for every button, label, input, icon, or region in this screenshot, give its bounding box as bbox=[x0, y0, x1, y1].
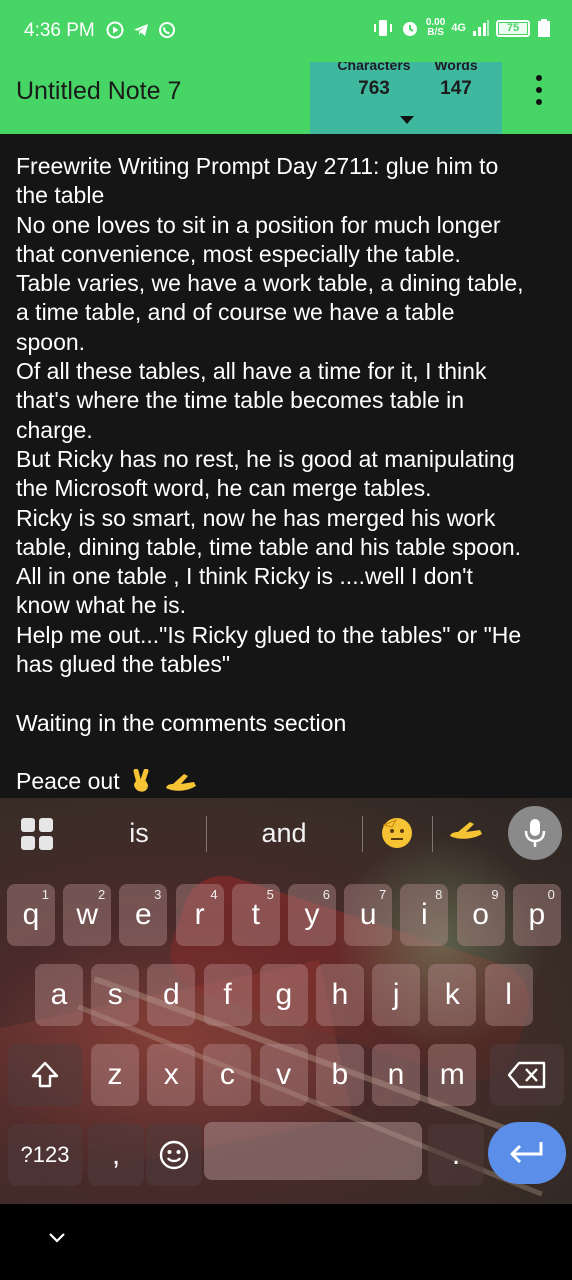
key-m[interactable]: m bbox=[428, 1044, 477, 1106]
symbols-key[interactable]: ?123 bbox=[8, 1124, 82, 1186]
network-type: 4G bbox=[451, 21, 466, 34]
battery-level: 75 bbox=[499, 22, 527, 34]
note-line: spoon. bbox=[16, 328, 86, 355]
key-label: n bbox=[387, 1058, 405, 1091]
chevron-down-icon[interactable] bbox=[48, 1232, 66, 1244]
note-line bbox=[16, 679, 564, 708]
key-c[interactable]: c bbox=[203, 1044, 252, 1106]
signal-icon bbox=[473, 20, 489, 36]
note-line: No one loves to sit in a position for mu… bbox=[16, 211, 501, 238]
note-line: Table varies, we have a work table, a di… bbox=[16, 270, 524, 297]
note-emojis bbox=[128, 768, 198, 794]
battery-saver-icon bbox=[538, 19, 550, 37]
network-speed: 0.00 B/S bbox=[425, 17, 446, 38]
note-line: All in one table , I think Ricky is ....… bbox=[16, 563, 473, 590]
hand-emoji-icon bbox=[165, 774, 196, 791]
status-system-icons: 0.00 B/S 4G 75 bbox=[372, 18, 552, 38]
key-b[interactable]: b bbox=[315, 1044, 364, 1106]
note-line: that's where the time table becomes tabl… bbox=[16, 387, 465, 414]
stats-panel[interactable]: Characters 763 Words 147 bbox=[310, 62, 502, 134]
note-line: Waiting in the comments section bbox=[16, 709, 347, 736]
key-x[interactable]: x bbox=[147, 1044, 196, 1106]
backspace-icon bbox=[507, 1061, 546, 1089]
key-n[interactable]: n bbox=[372, 1044, 420, 1106]
backspace-key[interactable] bbox=[490, 1044, 564, 1106]
record-icon bbox=[106, 21, 124, 39]
key-label: z bbox=[107, 1058, 123, 1091]
overflow-menu-icon[interactable] bbox=[534, 75, 544, 105]
note-title[interactable]: Untitled Note 7 bbox=[16, 76, 181, 106]
navigation-bar bbox=[0, 1204, 572, 1280]
note-line: But Ricky has no rest, he is good at man… bbox=[16, 445, 515, 472]
battery-indicator: 75 bbox=[496, 19, 530, 37]
space-bar[interactable] bbox=[204, 1122, 422, 1180]
key-label: b bbox=[331, 1058, 349, 1091]
note-line: the Microsoft word, he can merge tables. bbox=[16, 475, 432, 502]
note-line: charge. bbox=[16, 416, 93, 443]
note-line: Freewrite Writing Prompt Day 2711: glue … bbox=[16, 153, 499, 179]
note-text-editor[interactable]: Freewrite Writing Prompt Day 2711: glue … bbox=[16, 152, 564, 797]
note-line: Help me out..."Is Ricky glued to the tab… bbox=[16, 621, 522, 648]
period-key[interactable]: . bbox=[428, 1124, 484, 1186]
soft-keyboard: is and q1w2e3r4t5y6u7i8o9p0 asdfghjkl zx… bbox=[0, 798, 572, 1204]
note-line: Peace out bbox=[16, 767, 564, 797]
note-line: the table bbox=[16, 182, 105, 209]
vibrate-icon bbox=[373, 20, 392, 36]
enter-key[interactable] bbox=[488, 1122, 566, 1184]
alarm-icon bbox=[402, 22, 417, 36]
status-time: 4:36 PM bbox=[24, 20, 95, 41]
emoji-icon bbox=[159, 1140, 189, 1170]
shift-key[interactable] bbox=[8, 1044, 82, 1106]
status-notification-icons bbox=[106, 21, 176, 39]
words-count: 147 bbox=[440, 78, 472, 99]
key-label: c bbox=[219, 1058, 235, 1091]
words-label: Words bbox=[434, 62, 478, 72]
key-z[interactable]: z bbox=[91, 1044, 139, 1106]
app-bar: Untitled Note 7 Characters 763 Words 147 bbox=[0, 62, 572, 134]
key-label: m bbox=[439, 1058, 465, 1091]
note-line: Of all these tables, all have a time for… bbox=[16, 358, 487, 385]
key-label: x bbox=[163, 1058, 179, 1091]
note-line: table, dining table, time table and his … bbox=[16, 533, 522, 560]
note-line bbox=[16, 738, 564, 767]
victory-hand-icon bbox=[133, 769, 149, 792]
whatsapp-icon bbox=[159, 22, 175, 38]
note-line: has glued the tables" bbox=[16, 651, 231, 678]
note-line: that convenience, most especially the ta… bbox=[16, 240, 461, 267]
comma-key[interactable]: , bbox=[88, 1124, 144, 1186]
telegram-icon bbox=[134, 24, 148, 36]
note-line: Ricky is so smart, now he has merged his… bbox=[16, 504, 496, 531]
expand-stats-icon[interactable] bbox=[400, 116, 414, 124]
key-label: v bbox=[276, 1058, 292, 1091]
note-line: know what he is. bbox=[16, 592, 187, 619]
status-bar: 4:36 PM 0.00 B/S 4G 75 bbox=[0, 0, 572, 62]
words-stat: Words 147 bbox=[408, 62, 504, 100]
note-line: a time table, and of course we have a ta… bbox=[16, 299, 455, 326]
key-v[interactable]: v bbox=[259, 1044, 308, 1106]
enter-icon bbox=[510, 1142, 543, 1164]
emoji-key[interactable] bbox=[146, 1124, 202, 1186]
shift-icon bbox=[31, 1061, 59, 1088]
